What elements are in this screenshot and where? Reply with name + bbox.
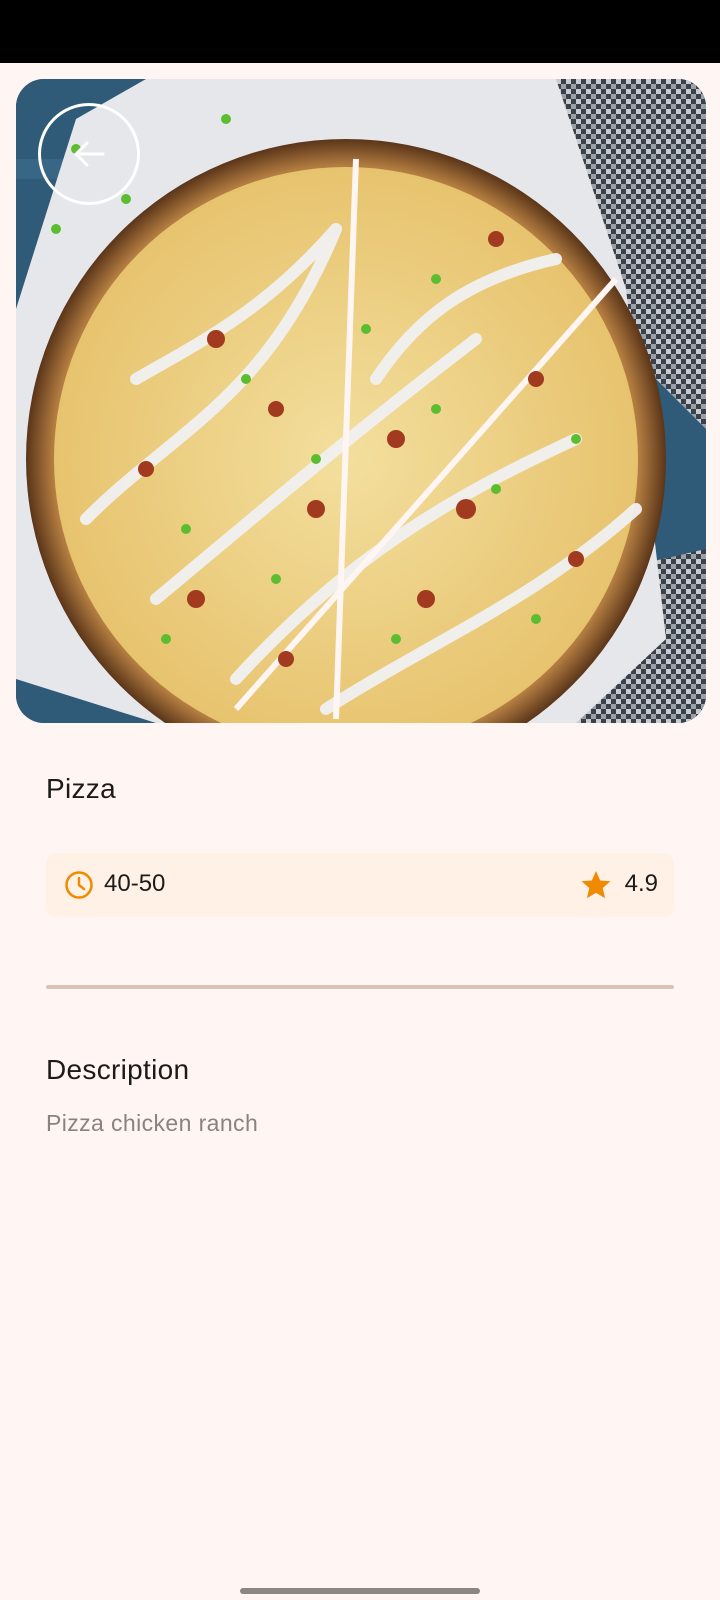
divider — [46, 985, 674, 989]
description-text: Pizza chicken ranch — [46, 1110, 259, 1136]
clock-icon — [65, 871, 93, 899]
star-icon — [581, 871, 611, 899]
home-indicator[interactable] — [240, 1588, 480, 1594]
rating: 4.9 — [624, 870, 658, 897]
info-card: 40-50 4.9 — [46, 853, 674, 917]
recipe-title: Pizza — [46, 773, 116, 804]
cook-time: 40-50 — [104, 870, 166, 897]
status-bar — [0, 0, 720, 63]
arrow-left-icon — [74, 141, 105, 167]
description-heading: Description — [46, 1054, 190, 1085]
back-button[interactable] — [38, 103, 140, 205]
